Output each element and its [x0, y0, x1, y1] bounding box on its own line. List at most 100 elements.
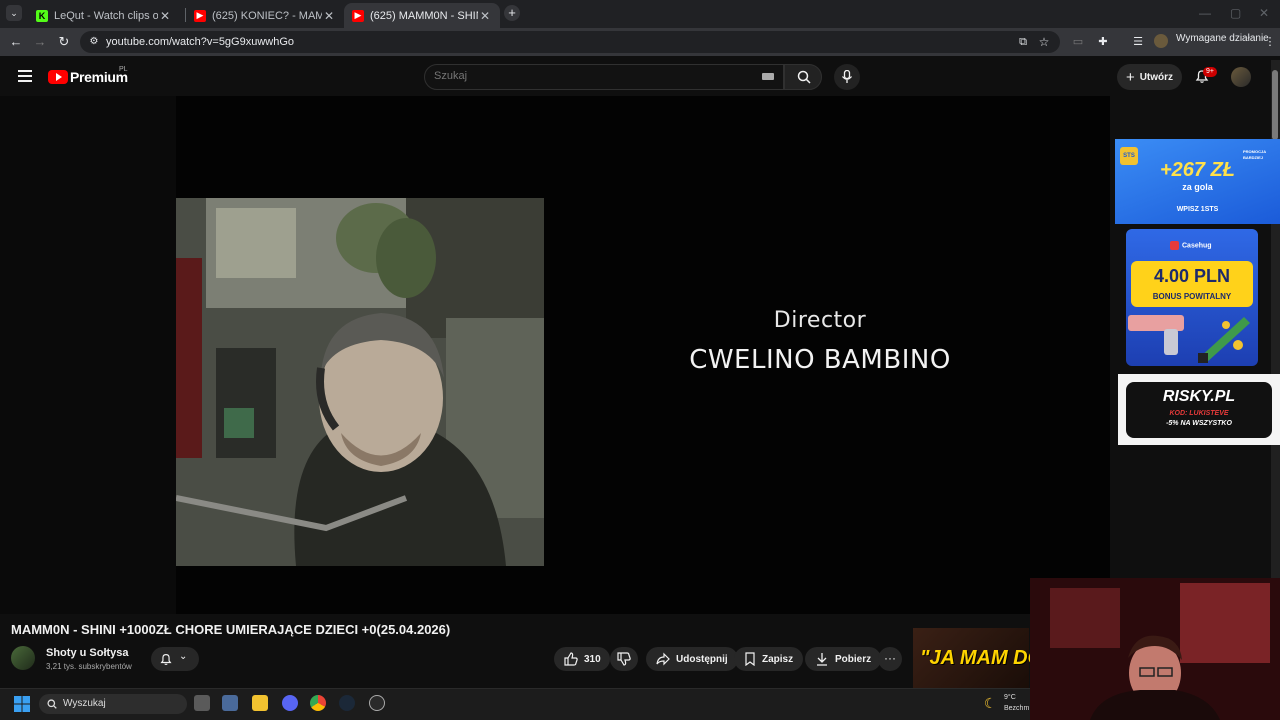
- download-button[interactable]: Pobierz: [805, 647, 882, 671]
- reload-icon[interactable]: ↻: [56, 34, 72, 50]
- search-button[interactable]: [784, 64, 822, 90]
- moon-weather-icon: ☾: [984, 695, 997, 711]
- casehug-logo-icon: [1170, 241, 1179, 250]
- video-title: MAMM0N - SHINI +1000ZŁ CHORE UMIERAJĄCE …: [11, 622, 451, 637]
- casehug-amount: 4.00 PLN: [1153, 266, 1231, 286]
- sts-ad-banner[interactable]: STS PROMOCJA BARDZIEJ +267 ZŁ za gola WP…: [1115, 139, 1280, 224]
- risky-discount: -5% NA WSZYSTKO: [1166, 420, 1232, 427]
- keyboard-icon[interactable]: [762, 73, 774, 80]
- close-icon[interactable]: ✕: [478, 9, 492, 23]
- url-text[interactable]: youtube.com/watch?v=5gG9xuwwhGo: [106, 36, 294, 48]
- risky-ad-banner[interactable]: RISKY.PL KOD: LUKISTEVE -5% NA WSZYSTKO: [1118, 374, 1280, 445]
- bookmark-star-icon[interactable]: ☆: [1036, 34, 1052, 50]
- tab-title: (625) KONIEC? - MAMMON OB: [212, 9, 322, 22]
- risky-code: KOD: LUKISTEVE: [1169, 410, 1229, 417]
- close-icon[interactable]: ✕: [322, 9, 336, 23]
- hamburger-menu-icon[interactable]: [18, 70, 32, 82]
- casehug-ad-banner[interactable]: Casehug 4.00 PLN BONUS POWITALNY: [1126, 229, 1258, 366]
- youtube-icon: ▶: [352, 9, 364, 22]
- youtube-icon: ▶: [194, 9, 206, 22]
- kick-icon: K: [36, 9, 48, 22]
- widgets-icon[interactable]: [222, 695, 238, 711]
- search-input[interactable]: [434, 70, 734, 82]
- tab-search-icon[interactable]: ⌄: [6, 5, 22, 21]
- puzzle-icon[interactable]: ✚: [1095, 34, 1111, 50]
- channel-name[interactable]: Shoty u Sołtysa: [46, 647, 129, 659]
- credit-name-text: CWELINO BAMBINO: [689, 345, 951, 375]
- bookmark-icon: [745, 652, 755, 666]
- task-view-icon[interactable]: [194, 695, 210, 711]
- close-icon[interactable]: ✕: [158, 9, 172, 23]
- credit-role-text: Director: [773, 308, 867, 333]
- save-button[interactable]: Zapisz: [734, 647, 804, 671]
- tab-youtube-active[interactable]: ▶ (625) MAMM0N - SHINI +1000 ✕: [344, 3, 500, 28]
- dislike-button[interactable]: [610, 647, 638, 671]
- save-label: Zapisz: [762, 653, 794, 665]
- channel-avatar[interactable]: [11, 646, 35, 670]
- weather-temperature: 9°C: [1004, 694, 1016, 701]
- youtube-logo-icon[interactable]: [48, 70, 68, 84]
- search-icon: [47, 699, 57, 709]
- share-icon: [656, 652, 670, 666]
- account-avatar[interactable]: [1231, 67, 1251, 87]
- site-info-icon[interactable]: ⚙: [86, 34, 102, 50]
- country-code: PL: [119, 66, 128, 73]
- back-icon[interactable]: ←: [8, 34, 24, 50]
- plus-icon: +: [1125, 68, 1135, 86]
- more-actions-button[interactable]: ···: [878, 647, 902, 671]
- download-icon: [817, 653, 827, 666]
- like-count: 310: [584, 653, 601, 665]
- install-icon[interactable]: ⧉: [1015, 34, 1031, 50]
- download-label: Pobierz: [835, 653, 872, 665]
- create-button[interactable]: + Utwórz: [1117, 64, 1182, 90]
- tab-youtube-koniec[interactable]: ▶ (625) KONIEC? - MAMMON OB ✕: [186, 3, 344, 28]
- webcam-illustration: [176, 198, 544, 566]
- steam-icon[interactable]: [339, 695, 355, 711]
- new-tab-button[interactable]: +: [504, 5, 520, 21]
- scrollbar-thumb[interactable]: [1272, 70, 1278, 140]
- thumbs-down-icon: [617, 652, 631, 666]
- obs-icon[interactable]: [369, 695, 385, 711]
- facecam-illustration: [1030, 578, 1280, 720]
- profile-icon[interactable]: [1154, 34, 1168, 48]
- create-label: Utwórz: [1139, 71, 1174, 83]
- forward-icon[interactable]: →: [32, 34, 48, 50]
- tab-title: (625) MAMM0N - SHINI +1000: [370, 9, 478, 22]
- windows-start-icon[interactable]: [14, 696, 30, 712]
- minimize-button[interactable]: —: [1199, 6, 1211, 20]
- close-window-button[interactable]: ✕: [1259, 6, 1269, 20]
- discord-icon[interactable]: [282, 695, 298, 711]
- taskbar-search-label: Wyszukaj: [63, 698, 106, 709]
- sts-code: WPISZ 1STS: [1176, 206, 1219, 213]
- voice-search-button[interactable]: [834, 64, 860, 90]
- chrome-icon[interactable]: [310, 695, 326, 711]
- action-required-button[interactable]: Wymagane działanie: [1176, 33, 1269, 44]
- knife-pistol-illustration: [1128, 315, 1250, 363]
- casehug-bonus: BONUS POWITALNY: [1152, 292, 1232, 301]
- media-control-icon[interactable]: ☰: [1130, 34, 1146, 50]
- share-label: Udostępnij: [676, 653, 728, 665]
- file-explorer-icon[interactable]: [252, 695, 268, 711]
- sts-subtext: za gola: [1182, 182, 1213, 192]
- extension-icon[interactable]: ▭: [1070, 34, 1086, 50]
- subscriber-count: 3,21 tys. subskrybentów: [46, 662, 132, 671]
- weather-description: Bezchm: [1004, 705, 1030, 712]
- bell-icon: [160, 654, 172, 665]
- like-button[interactable]: 310: [554, 647, 610, 671]
- maximize-button[interactable]: ▢: [1230, 6, 1241, 20]
- tab-title: LeQut - Watch clips on Kick: [54, 9, 158, 22]
- streamer-facecam-overlay: [1030, 578, 1280, 720]
- tab-kick[interactable]: K LeQut - Watch clips on Kick ✕: [28, 3, 180, 28]
- risky-brand: RISKY.PL: [1162, 388, 1236, 405]
- search-icon: [797, 70, 811, 84]
- menu-dots-icon[interactable]: ⋮: [1262, 34, 1278, 50]
- taskbar-search-box[interactable]: [39, 694, 187, 714]
- chevron-down-icon: ⌄: [179, 651, 188, 662]
- subscription-bell-button[interactable]: ⌄: [151, 647, 199, 671]
- notification-badge: 9+: [1203, 67, 1217, 77]
- microphone-icon: [841, 70, 853, 83]
- browser-tab-bar: ⌄ K LeQut - Watch clips on Kick ✕ ▶ (625…: [0, 0, 1280, 28]
- thumbs-up-icon: [564, 652, 578, 666]
- casehug-brand: Casehug: [1170, 241, 1212, 250]
- share-button[interactable]: Udostępnij: [646, 647, 738, 671]
